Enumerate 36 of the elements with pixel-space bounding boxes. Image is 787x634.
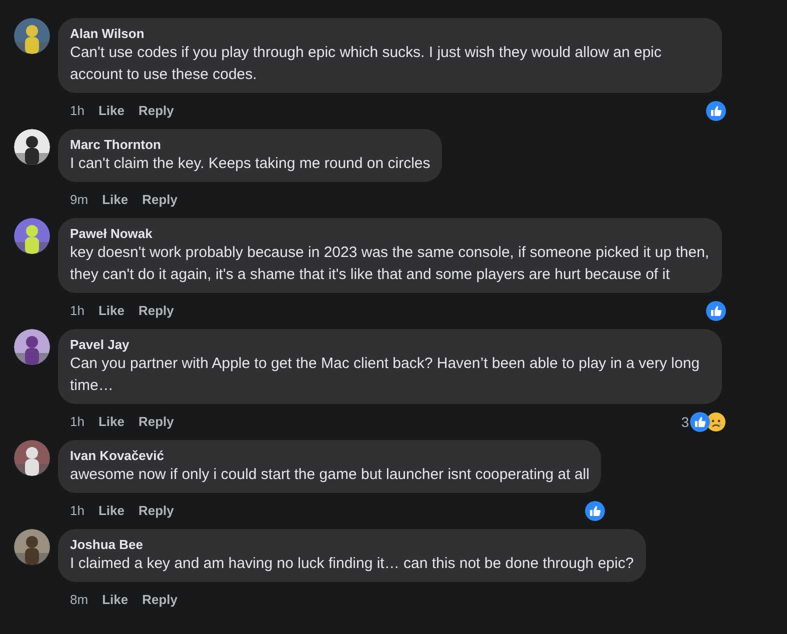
sad-face-icon <box>706 412 726 432</box>
timestamp[interactable]: 1h <box>70 301 84 321</box>
comment-text: awesome now if only i could start the game but launcher isnt cooperating at all <box>70 465 590 485</box>
reply-link[interactable]: Reply <box>142 190 178 210</box>
author-name[interactable]: Alan Wilson <box>70 25 710 42</box>
like-link[interactable]: Like <box>102 190 128 210</box>
comment-text: I can't claim the key. Keeps taking me round on circles <box>70 154 430 174</box>
thumbs-up-icon <box>706 101 726 121</box>
comment-text: Can you partner with Apple to get the Mac client back? Haven’t been able to play in a very long time… <box>70 354 701 396</box>
author-name[interactable]: Paweł Nowak <box>70 225 710 242</box>
timestamp[interactable]: 8m <box>70 590 88 610</box>
comment-text: I claimed a key and am having no luck finding it… can this not be done through epic? <box>70 554 634 574</box>
timestamp[interactable]: 1h <box>70 101 84 121</box>
timestamp[interactable]: 1h <box>70 412 84 432</box>
thumbs-up-icon <box>585 501 606 521</box>
reply-link[interactable]: Reply <box>138 101 174 121</box>
reaction-count[interactable]: 3 <box>681 412 689 432</box>
like-link[interactable]: Like <box>98 301 124 321</box>
thumbs-up-icon <box>706 301 726 321</box>
reply-link[interactable]: Reply <box>138 412 174 432</box>
author-name[interactable]: Ivan Kovačević <box>70 447 590 464</box>
comment-text: key doesn't work probably because in 2023 was the same console, if someone picked it up then, they can't do it again, it's a shame that it's like that and some players are hurt because of it <box>70 243 710 285</box>
timestamp[interactable]: 9m <box>70 190 88 210</box>
timestamp[interactable]: 1h <box>70 501 84 521</box>
like-link[interactable]: Like <box>98 101 124 121</box>
author-name[interactable]: Pavel Jay <box>70 336 710 353</box>
like-link[interactable]: Like <box>102 590 128 610</box>
author-name[interactable]: Joshua Bee <box>70 536 634 553</box>
comment-text: Can't use codes if you play through epic which sucks. I just wish they would allow an epic account to use these codes. <box>70 43 663 85</box>
author-name[interactable]: Marc Thornton <box>70 136 430 153</box>
like-link[interactable]: Like <box>98 412 124 432</box>
reply-link[interactable]: Reply <box>138 501 174 521</box>
thumbs-up-icon <box>690 412 710 432</box>
reply-link[interactable]: Reply <box>138 301 174 321</box>
like-link[interactable]: Like <box>98 501 124 521</box>
reply-link[interactable]: Reply <box>142 590 178 610</box>
